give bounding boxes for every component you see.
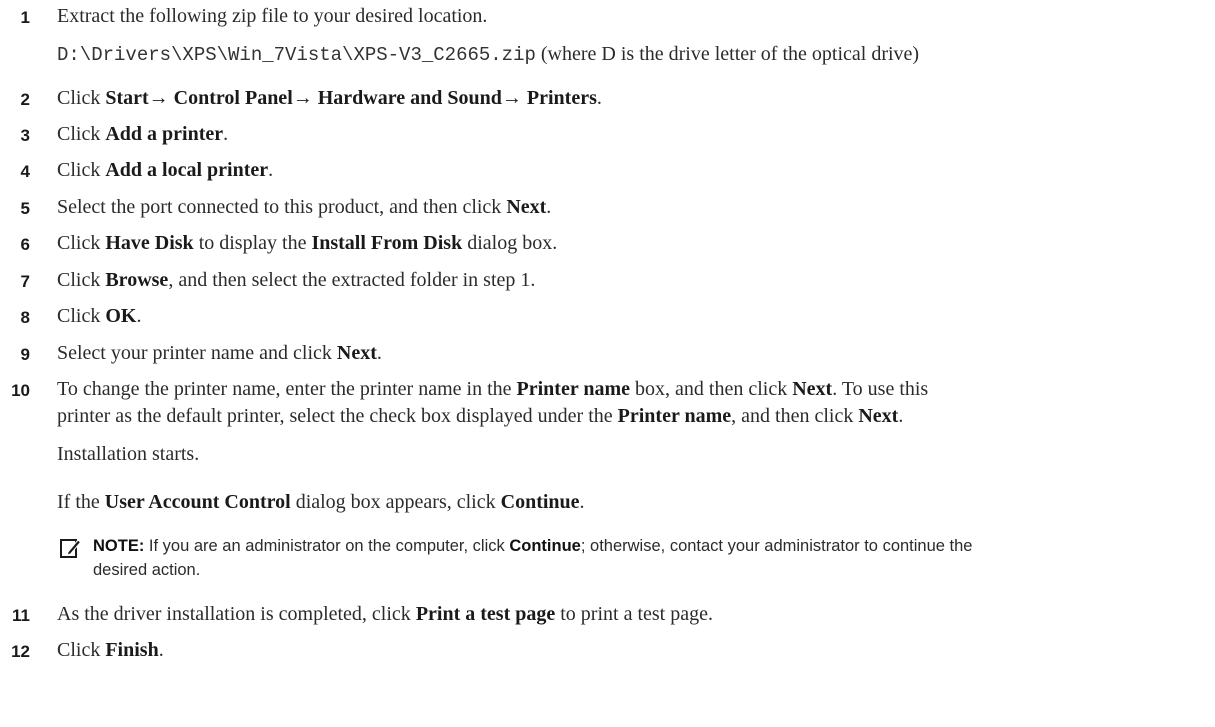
step-text: As the driver installation is completed,… <box>57 603 713 625</box>
step-text: Click Have Disk to display the Install F… <box>57 232 558 254</box>
step-number: 1 <box>20 8 30 27</box>
step-text: Click Add a local printer. <box>57 159 274 181</box>
step-number: 11 <box>12 606 30 625</box>
installation-starts-text: Installation starts. <box>57 443 200 465</box>
step-number: 12 <box>11 642 30 661</box>
step-number: 7 <box>20 272 30 291</box>
step-text: Click Start→ Control Panel→ Hardware and… <box>57 87 602 109</box>
note-text: NOTE: If you are an administrator on the… <box>93 537 973 555</box>
step-number: 5 <box>20 199 30 218</box>
step-number: 8 <box>20 308 30 327</box>
pencil-note-icon <box>60 539 81 558</box>
step-text: Select your printer name and click Next. <box>57 342 382 364</box>
step-text: To change the printer name, enter the pr… <box>57 378 929 400</box>
uac-text: If the User Account Control dialog box a… <box>57 491 585 513</box>
path-code: D:\Drivers\XPS\Win_7Vista\XPS-V3_C2665.z… <box>57 44 536 66</box>
note-text-continued: desired action. <box>93 561 201 579</box>
zip-path: D:\Drivers\XPS\Win_7Vista\XPS-V3_C2665.z… <box>57 43 919 66</box>
step-text-continued: printer as the default printer, select t… <box>57 405 904 427</box>
step-text: Extract the following zip file to your d… <box>57 5 488 27</box>
step-number: 9 <box>20 345 30 364</box>
step-number: 6 <box>20 235 30 254</box>
path-suffix: (where D is the drive letter of the opti… <box>535 43 920 65</box>
step-text: Click Finish. <box>57 639 164 661</box>
step-text: Click Browse, and then select the extrac… <box>57 269 536 291</box>
step-number: 10 <box>11 381 30 400</box>
step-number: 2 <box>20 90 30 109</box>
step-number: 4 <box>20 162 30 181</box>
step-text: Click Add a printer. <box>57 123 229 145</box>
step-number: 3 <box>20 126 30 145</box>
step-text: Click OK. <box>57 305 142 327</box>
step-text: Select the port connected to this produc… <box>57 196 552 218</box>
